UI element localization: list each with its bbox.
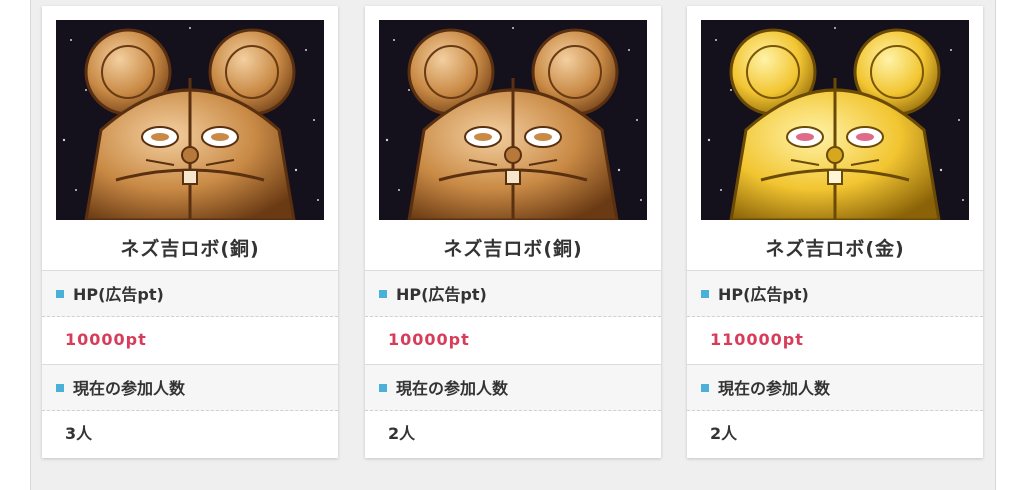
participants-label-row: 現在の参加人数	[42, 364, 338, 411]
square-bullet-icon	[56, 289, 64, 298]
robot-name: ネズ吉ロボ(銅)	[443, 238, 583, 260]
participants-label: 現在の参加人数	[718, 379, 831, 398]
participants-value: 2人	[710, 424, 738, 443]
participants-value: 3人	[65, 424, 93, 443]
hp-label-row: HP(広告pt)	[42, 270, 338, 317]
participants-label: 現在の参加人数	[73, 379, 186, 398]
robot-image-bronze[interactable]	[56, 20, 324, 220]
robot-card[interactable]: ネズ吉ロボ(銅) HP(広告pt) 10000pt 現在の参加人数 2人	[365, 6, 661, 458]
participants-label-row: 現在の参加人数	[687, 364, 983, 411]
robot-image-bronze[interactable]	[379, 20, 647, 220]
robot-image-gold[interactable]	[701, 20, 969, 220]
hp-label-row: HP(広告pt)	[687, 270, 983, 317]
robot-card[interactable]: ネズ吉ロボ(金) HP(広告pt) 110000pt 現在の参加人数 2人	[687, 6, 983, 458]
square-bullet-icon	[379, 289, 387, 298]
participants-value: 2人	[388, 424, 416, 443]
participants-label: 現在の参加人数	[396, 379, 509, 398]
robot-name: ネズ吉ロボ(銅)	[120, 238, 260, 260]
hp-label-row: HP(広告pt)	[365, 270, 661, 317]
hp-label: HP(広告pt)	[73, 285, 164, 304]
square-bullet-icon	[701, 289, 709, 298]
hp-value: 10000pt	[388, 330, 470, 349]
hp-label: HP(広告pt)	[718, 285, 809, 304]
robot-name: ネズ吉ロボ(金)	[765, 238, 905, 260]
robot-card[interactable]: ネズ吉ロボ(銅) HP(広告pt) 10000pt 現在の参加人数 3人	[42, 6, 338, 458]
square-bullet-icon	[701, 383, 709, 392]
square-bullet-icon	[56, 383, 64, 392]
hp-label: HP(広告pt)	[396, 285, 487, 304]
hp-value: 10000pt	[65, 330, 147, 349]
hp-value: 110000pt	[710, 330, 804, 349]
square-bullet-icon	[379, 383, 387, 392]
cards-panel: ネズ吉ロボ(銅) HP(広告pt) 10000pt 現在の参加人数 3人 ネズ吉…	[30, 0, 996, 490]
participants-label-row: 現在の参加人数	[365, 364, 661, 411]
